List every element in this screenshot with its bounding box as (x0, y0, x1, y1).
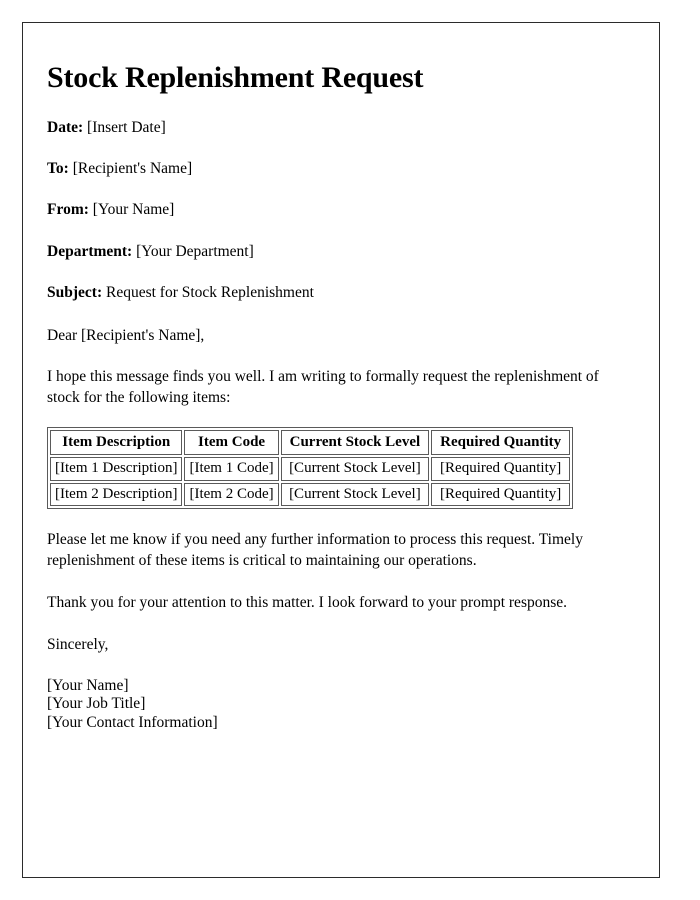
document-page: Stock Replenishment Request Date: [Inser… (22, 22, 660, 878)
cell-required-quantity: [Required Quantity] (431, 457, 571, 481)
cell-current-stock-level: [Current Stock Level] (280, 457, 430, 481)
cell-item-description: [Item 2 Description] (50, 482, 183, 506)
field-subject: Subject: Request for Stock Replenishment (47, 283, 635, 302)
field-to-label: To: (47, 159, 69, 177)
field-to: To: [Recipient's Name] (47, 159, 635, 178)
field-date: Date: [Insert Date] (47, 118, 635, 137)
signature-contact-information: [Your Contact Information] (47, 714, 218, 732)
sign-off: Sincerely, (47, 636, 109, 654)
field-subject-label: Subject: (47, 284, 103, 301)
field-from-label: From: (47, 201, 89, 219)
salutation: Dear [Recipient's Name], (47, 327, 205, 345)
field-department-label: Department: (47, 242, 133, 260)
cell-current-stock-level: [Current Stock Level] (280, 482, 430, 506)
cell-item-code: [Item 2 Code] (184, 482, 279, 506)
signature-job-title: [Your Job Title] (47, 695, 146, 713)
column-header-item-code: Item Code (184, 429, 279, 455)
cell-required-quantity: [Required Quantity] (431, 482, 571, 506)
table-row: [Item 2 Description] [Item 2 Code] [Curr… (50, 482, 571, 506)
signature-block: [Your Name] [Your Job Title] [Your Conta… (47, 677, 635, 734)
closing-paragraph-1: Please let me know if you need any furth… (47, 531, 583, 570)
column-header-item-description: Item Description (50, 429, 183, 455)
field-subject-value: Request for Stock Replenishment (105, 284, 314, 301)
column-header-required-quantity: Required Quantity (431, 429, 571, 455)
signature-name: [Your Name] (47, 676, 129, 694)
page-title: Stock Replenishment Request (47, 61, 424, 94)
closing-paragraph-2: Thank you for your attention to this mat… (47, 593, 568, 611)
field-department-value: [Your Department] (136, 242, 254, 260)
column-header-current-stock-level: Current Stock Level (280, 429, 430, 455)
field-date-label: Date: (47, 118, 84, 136)
document-body: Stock Replenishment Request Date: [Inser… (23, 23, 659, 733)
field-department: Department: [Your Department] (47, 242, 635, 261)
stock-items-table: Item Description Item Code Current Stock… (47, 426, 574, 509)
cell-item-code: [Item 1 Code] (184, 457, 279, 481)
cell-item-description: [Item 1 Description] (50, 457, 183, 481)
table-body: [Item 1 Description] [Item 1 Code] [Curr… (50, 457, 571, 506)
intro-paragraph: I hope this message finds you well. I am… (47, 367, 599, 407)
table-row: [Item 1 Description] [Item 1 Code] [Curr… (50, 457, 571, 481)
field-to-value: [Recipient's Name] (72, 159, 193, 177)
table-header-row: Item Description Item Code Current Stock… (50, 429, 571, 455)
table-header: Item Description Item Code Current Stock… (50, 429, 571, 455)
field-from-value: [Your Name] (92, 201, 175, 219)
field-from: From: [Your Name] (47, 200, 635, 219)
field-date-value: [Insert Date] (87, 118, 166, 136)
